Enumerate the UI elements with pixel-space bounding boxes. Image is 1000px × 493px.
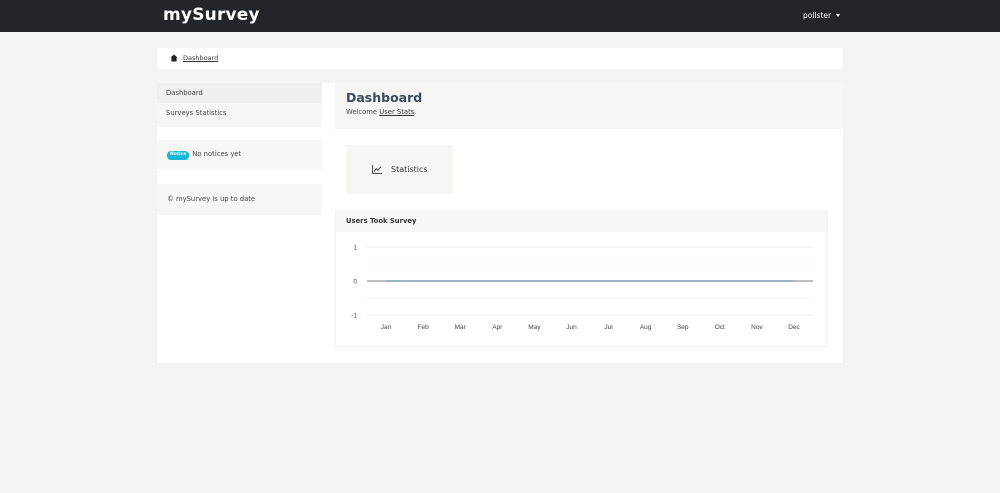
x-tick-label: Sep xyxy=(677,324,689,331)
x-tick-label: Dec xyxy=(788,324,800,331)
y-tick-label: -1 xyxy=(351,312,357,319)
caret-down-icon xyxy=(836,14,841,17)
content-panel: Dashboard Surveys Statistics Notice No n… xyxy=(157,83,843,363)
welcome-suffix: . xyxy=(414,108,417,116)
x-tick-label: Nov xyxy=(751,324,763,331)
breadcrumb-dashboard-link[interactable]: Dashboard xyxy=(183,54,218,62)
breadcrumb: Dashboard xyxy=(157,48,843,69)
statistics-card[interactable]: Statistics xyxy=(346,145,453,194)
x-tick-label: Feb xyxy=(417,324,429,331)
welcome-prefix: Welcome xyxy=(346,108,378,116)
notice-box: Notice No notices yet xyxy=(157,140,322,169)
x-tick-label: Jun xyxy=(566,324,577,331)
welcome-text: Welcome User Stats. xyxy=(346,108,843,116)
x-tick-label: Aug xyxy=(640,324,652,331)
notice-badge: Notice xyxy=(167,150,190,160)
page-title: Dashboard xyxy=(346,90,423,105)
brand-logo[interactable]: mySurvey xyxy=(163,5,260,25)
line-chart-icon xyxy=(372,165,382,174)
x-tick-label: Oct xyxy=(715,324,725,331)
user-name: pollster xyxy=(803,11,832,20)
sidebar: Dashboard Surveys Statistics Notice No n… xyxy=(157,83,322,215)
user-menu-dropdown[interactable]: pollster xyxy=(803,11,841,20)
home-icon xyxy=(170,54,178,62)
sidebar-item-surveys-statistics[interactable]: Surveys Statistics xyxy=(157,103,322,123)
chart-title: Users Took Survey xyxy=(336,212,827,232)
y-tick-label: 0 xyxy=(353,278,357,285)
main-header: Dashboard Welcome User Stats. xyxy=(335,83,843,129)
chart-card: Users Took Survey 1 0 -1 Jan Feb Mar Apr May Ju… xyxy=(335,211,828,347)
x-tick-label: Jan xyxy=(381,324,392,331)
x-tick-label: May xyxy=(528,324,541,331)
sidebar-item-dashboard[interactable]: Dashboard xyxy=(157,83,322,103)
statistics-card-label: Statistics xyxy=(391,165,428,174)
top-navbar: mySurvey pollster xyxy=(0,0,1000,32)
x-tick-label: Mar xyxy=(455,324,467,331)
y-tick-label: 1 xyxy=(353,244,357,251)
x-tick-label: Jul xyxy=(604,324,613,331)
user-stats-link[interactable]: User Stats xyxy=(379,108,414,116)
line-chart: 1 0 -1 Jan Feb Mar Apr May Jun Jul Aug Sep Oct Nov De… xyxy=(351,244,813,331)
sidebar-menu: Dashboard Surveys Statistics xyxy=(157,83,322,127)
x-tick-label: Apr xyxy=(492,324,503,331)
notice-text: No notices yet xyxy=(192,150,242,158)
status-box: © mySurvey is up to date xyxy=(157,184,322,215)
